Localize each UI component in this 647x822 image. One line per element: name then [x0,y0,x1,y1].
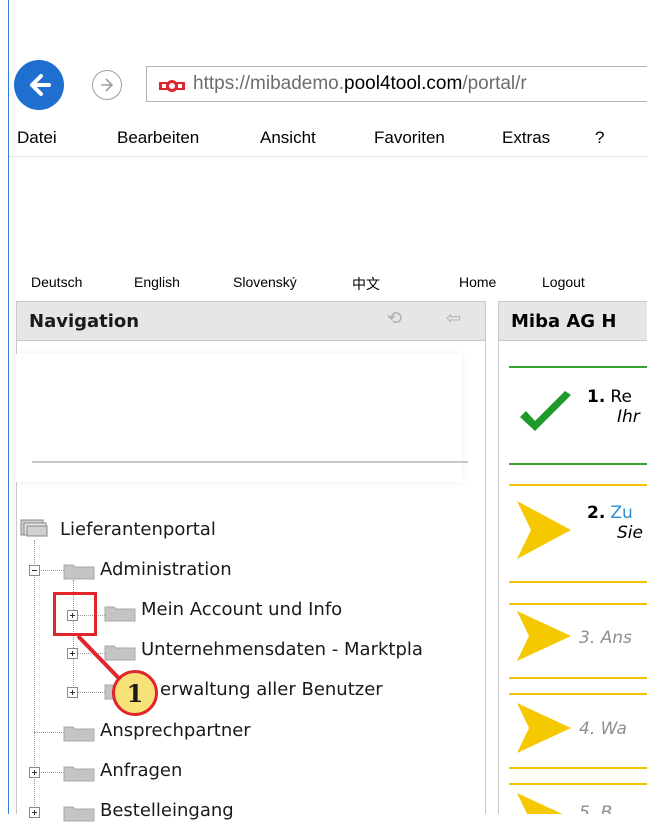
step-3: 3. Ans [579,628,632,648]
divider [32,461,468,463]
tree-line [34,732,64,734]
menu-bar: Datei Bearbeiten Ansicht Favoriten Extra… [9,120,647,157]
step-divider [509,677,647,679]
step-divider [509,463,647,465]
menu-bearbeiten[interactable]: Bearbeiten [117,128,199,148]
step-2[interactable]: 2. Zu Sie [587,503,647,543]
step-divider [509,693,647,695]
url-domain: pool4tool.com [344,73,463,94]
navigation-title: Navigation [29,311,140,332]
lang-chinese[interactable]: 中文 [352,274,380,294]
step-5: 5. B [579,803,613,814]
forward-button[interactable] [92,70,122,100]
content-title: Miba AG H [511,311,617,332]
collapse-arrow-icon[interactable]: ⇦ [446,308,461,329]
url-subdomain: mibademo. [250,73,345,94]
tree-item-bestelleingang[interactable]: Bestelleingang [100,800,234,821]
checkmark-icon [520,391,571,431]
address-bar-row: https://mibademo. pool4tool.com/portal/r [0,56,647,114]
folder-icon [63,806,95,822]
content-header: Miba AG H [498,301,647,341]
tree-item-mein-account[interactable]: Mein Account und Info [141,599,342,620]
menu-ansicht[interactable]: Ansicht [260,128,316,148]
arrow-right-icon [101,78,114,92]
folder-icon [63,564,95,580]
portal-folder-icon [20,519,48,537]
folder-icon [63,726,95,742]
callout-highlight-box [53,592,97,636]
arrow-right-icon [517,793,563,814]
certificate-error-icon [159,77,185,92]
url-protocol: https:// [193,73,251,94]
menu-extras[interactable]: Extras [502,128,550,148]
url-field[interactable]: https://mibademo. pool4tool.com/portal/r [146,66,647,102]
step-4: 4. Wa [579,719,627,739]
expand-toggle-icon[interactable] [29,807,40,818]
folder-icon [63,766,95,782]
menu-favoriten[interactable]: Favoriten [374,128,445,148]
step-divider [509,783,647,785]
step-divider [509,767,647,769]
step-divider [509,581,647,583]
tree-item-anfragen[interactable]: Anfragen [100,760,182,781]
tree-item-administration[interactable]: Administration [100,559,232,580]
step-divider [509,484,647,486]
tree-item-verwaltung[interactable]: erwaltung aller Benutzer [160,679,383,700]
step-divider [509,603,647,605]
steps-panel: 1. Re Ihr 2. Zu Sie 3. Ans 4. Wa 5. B [498,341,647,814]
folder-icon [104,645,136,661]
folder-icon [104,606,136,622]
url-path: /portal/r [462,73,527,94]
arrow-left-icon [30,74,51,96]
navigation-header: Navigation ⟲ ⇦ [16,301,486,341]
arrow-right-icon [517,703,571,753]
tree-item-ansprechpartner[interactable]: Ansprechpartner [100,720,251,741]
menu-datei[interactable]: Datei [17,128,57,148]
lang-slovensky[interactable]: Slovenský [233,274,297,290]
menu-help[interactable]: ? [595,128,604,148]
arrow-right-icon [517,611,571,661]
language-bar: Deutsch English Slovenský 中文 Home Logout [0,274,647,294]
expand-toggle-icon[interactable] [29,767,40,778]
lang-english[interactable]: English [134,274,180,290]
lang-deutsch[interactable]: Deutsch [31,274,82,290]
collapse-toggle-icon[interactable] [29,565,40,576]
step-1: 1. Re Ihr [587,387,640,427]
logout-link[interactable]: Logout [542,274,585,290]
expand-toggle-icon[interactable] [67,687,78,698]
arrow-right-icon [517,501,571,559]
back-button[interactable] [14,60,64,110]
step-divider [509,366,647,368]
tree-item-lieferantenportal[interactable]: Lieferantenportal [60,519,216,540]
callout-number-badge: 1 [112,670,158,716]
refresh-icon[interactable]: ⟲ [387,308,402,329]
tree-item-unternehmensdaten[interactable]: Unternehmensdaten - Marktpla [141,639,423,660]
expand-toggle-icon[interactable] [67,648,78,659]
home-link[interactable]: Home [459,274,496,290]
